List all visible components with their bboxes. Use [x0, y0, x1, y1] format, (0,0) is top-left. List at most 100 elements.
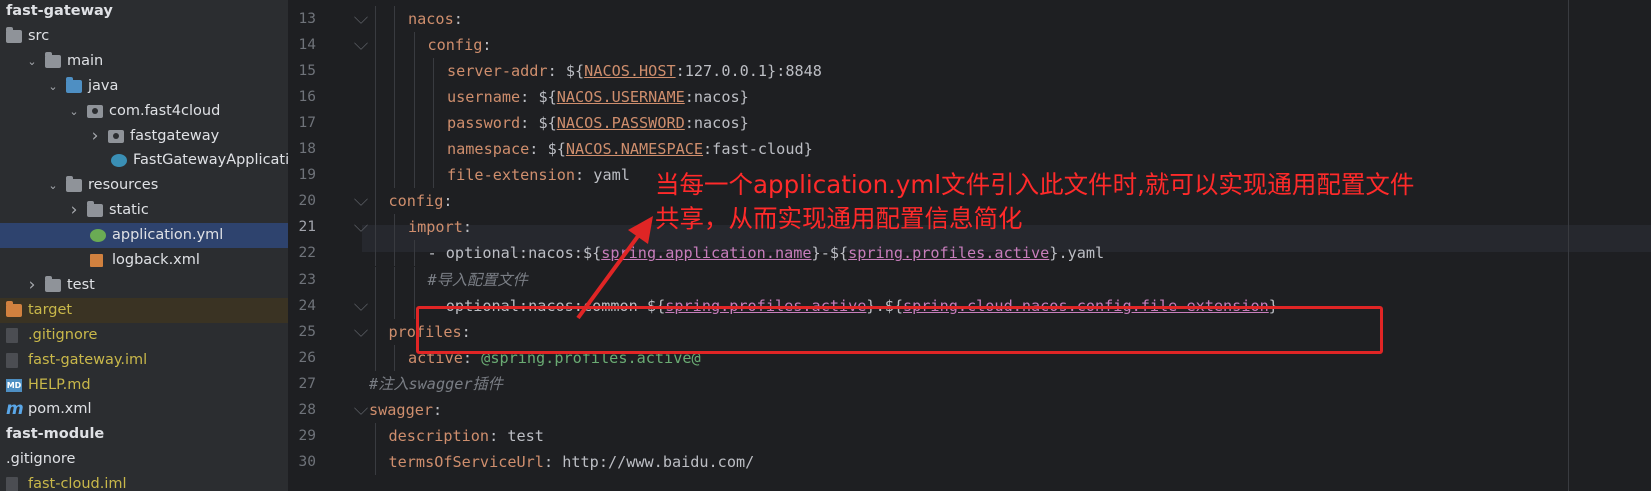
code-line[interactable]: - optional:nacos:${spring.application.na… — [428, 240, 1105, 267]
tree-item[interactable]: logback.xml — [0, 248, 288, 273]
indent-guide — [394, 240, 395, 267]
code-line[interactable]: file-extension: yaml — [447, 162, 630, 189]
project-tree: fast-gateway src ⌄ main ⌄ java ⌄ com.fast4cloud… — [0, 0, 288, 491]
line-number: 20 — [298, 193, 316, 210]
tree-item[interactable]: .gitignore — [0, 447, 288, 472]
folder-icon — [45, 51, 61, 68]
indent-guide — [413, 110, 415, 137]
tree-item[interactable]: MD HELP.md — [0, 373, 288, 398]
indent-guide — [433, 162, 434, 189]
code-token: : test — [489, 426, 544, 445]
code-line[interactable]: nacos: — [408, 6, 463, 33]
line-number: 21 — [298, 219, 316, 236]
tree-item-label: com.fast4cloud — [109, 102, 221, 119]
folder-icon — [6, 26, 22, 43]
tree-item[interactable]: .gitignore — [0, 323, 288, 348]
indent-guide — [374, 292, 376, 319]
resources-folder-icon — [66, 176, 82, 193]
code-line[interactable]: termsOfServiceUrl: http://www.baidu.com/ — [389, 449, 755, 476]
tree-item[interactable]: FastGatewayApplication — [0, 148, 288, 173]
indent-guide — [394, 214, 395, 241]
code-token: spring.profiles.active — [848, 244, 1050, 263]
line-number: 15 — [298, 63, 316, 80]
indent-guide — [413, 84, 415, 111]
code-line[interactable]: config: — [428, 32, 492, 59]
code-token: : — [453, 10, 463, 28]
code-token: : — [482, 36, 492, 55]
code-line[interactable]: config: — [389, 188, 453, 215]
code-token: : — [443, 192, 453, 211]
tree-item-label: fast-module — [6, 426, 105, 443]
code-token: password — [447, 114, 521, 133]
code-token: config — [427, 36, 483, 55]
code-token: server-addr — [447, 62, 548, 81]
indent-guide — [374, 422, 376, 449]
code-token: :nacos} — [684, 88, 749, 107]
code-token: file-extension — [447, 166, 576, 185]
code-line[interactable]: import: — [408, 214, 472, 241]
code-token: NACOS.USERNAME — [556, 88, 685, 107]
tree-item[interactable]: fast-gateway.iml — [0, 348, 288, 373]
highlight-box — [416, 306, 1383, 354]
tree-item[interactable]: fast-gateway — [0, 0, 288, 24]
folder-icon — [87, 201, 103, 218]
tree-item[interactable]: ⌄ com.fast4cloud — [0, 99, 288, 124]
code-line[interactable]: server-addr: ${NACOS.HOST:127.0.0.1}:884… — [447, 58, 822, 85]
tree-item[interactable]: fast-module — [0, 422, 288, 447]
tree-item[interactable]: m pom.xml — [0, 397, 288, 422]
code-token: NACOS.PASSWORD — [556, 114, 685, 133]
chevron-down-icon[interactable]: ⌄ — [25, 49, 39, 74]
code-line[interactable]: username: ${NACOS.USERNAME:nacos} — [447, 84, 749, 111]
code-token: }-${ — [811, 244, 849, 263]
code-line[interactable]: namespace: ${NACOS.NAMESPACE:fast-cloud} — [447, 136, 813, 163]
tree-item[interactable]: fast-cloud.iml — [0, 472, 288, 491]
markdown-file-icon: MD — [6, 378, 22, 392]
package-icon — [108, 129, 124, 143]
indent-guide — [413, 32, 415, 59]
tree-item[interactable]: › fastgateway — [0, 124, 288, 149]
line-number: 29 — [298, 427, 316, 444]
code-line[interactable]: password: ${NACOS.PASSWORD:nacos} — [447, 110, 749, 137]
code-line[interactable]: #导入配置文件 — [428, 267, 528, 294]
tree-item-label: fast-gateway — [6, 3, 113, 19]
indent-guide — [394, 32, 395, 59]
chevron-down-icon[interactable]: ⌄ — [67, 99, 81, 124]
chevron-right-icon[interactable]: › — [88, 124, 102, 149]
annotation-line-2: 共享，从而实现通用配置信息简化 — [655, 204, 1023, 233]
code-token: #注入swagger插件 — [369, 374, 503, 393]
indent-guide — [433, 110, 434, 137]
tree-item[interactable]: ⌄ resources — [0, 173, 288, 198]
indent-guide — [394, 110, 395, 137]
tree-item-label: HELP.md — [28, 376, 91, 393]
tree-item[interactable]: target — [0, 297, 288, 323]
indent-guide — [394, 136, 395, 163]
indent-guide — [374, 110, 376, 137]
tree-item-label: main — [67, 52, 104, 69]
tree-item[interactable]: › test — [0, 273, 288, 298]
code-token: : http://www.baidu.com/ — [543, 452, 755, 471]
line-number: 25 — [298, 323, 316, 340]
indent-guide — [433, 84, 434, 111]
yaml-file-icon — [90, 229, 106, 243]
code-line[interactable]: #注入swagger插件 — [369, 371, 503, 398]
code-line[interactable]: swagger: — [369, 397, 442, 424]
indent-guide — [374, 58, 376, 85]
tree-item[interactable]: src — [0, 24, 288, 49]
code-token: import — [408, 218, 463, 237]
tree-item[interactable]: ⌄ java — [0, 74, 288, 99]
indent-guide — [394, 266, 395, 293]
indent-guide — [394, 344, 395, 371]
indent-guide — [374, 6, 376, 33]
tree-item[interactable]: application.yml — [0, 223, 288, 249]
tree-item[interactable]: ⌄ main — [0, 49, 288, 74]
chevron-down-icon[interactable]: ⌄ — [46, 74, 60, 99]
tree-item-label: application.yml — [112, 227, 224, 244]
tree-item[interactable]: › static — [0, 198, 288, 223]
package-icon — [87, 104, 103, 118]
chevron-right-icon[interactable]: › — [67, 198, 81, 223]
chevron-down-icon[interactable]: ⌄ — [46, 173, 60, 198]
chevron-right-icon[interactable]: › — [25, 273, 39, 298]
code-line[interactable]: description: test — [389, 423, 544, 450]
code-token: : ${ — [547, 62, 585, 81]
indent-guide — [374, 318, 376, 345]
